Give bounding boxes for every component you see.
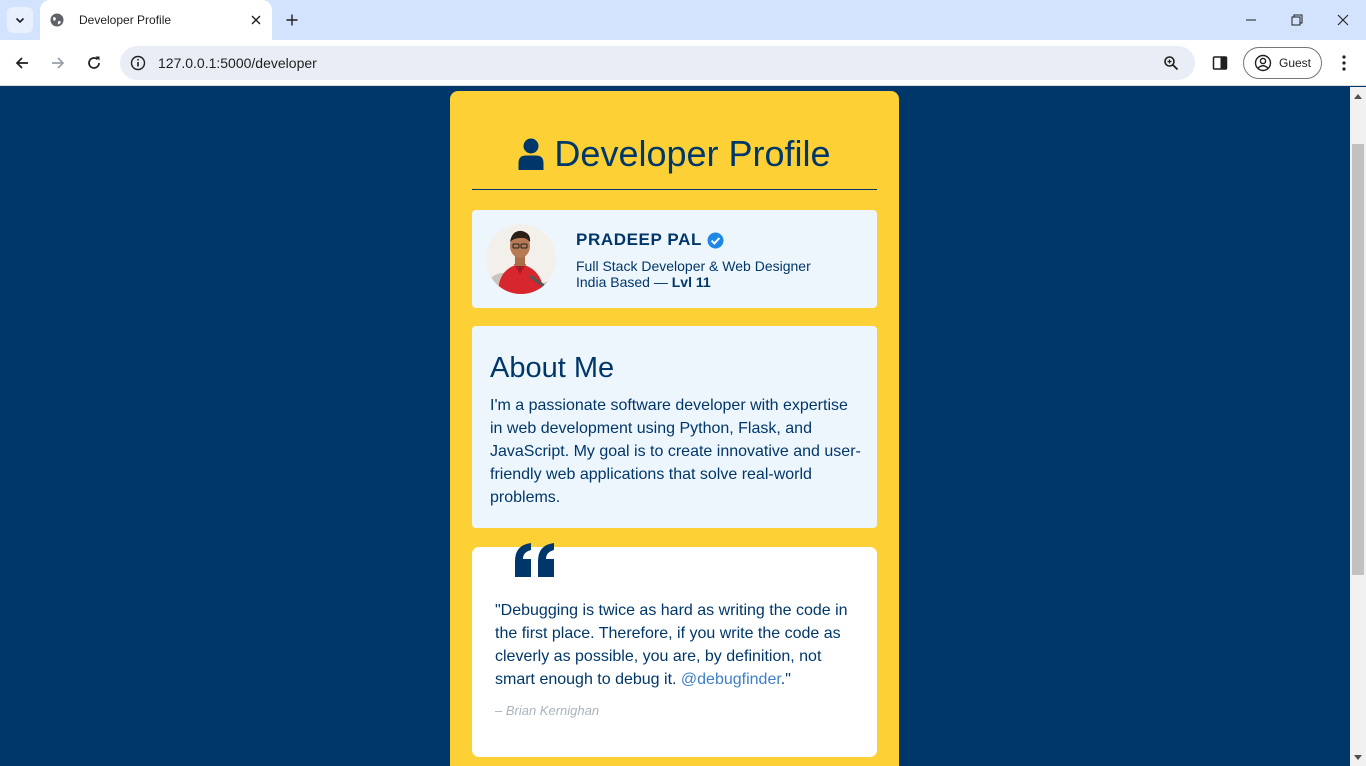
page-scrollbar[interactable] <box>1350 87 1366 766</box>
divider <box>472 189 877 190</box>
page-heading: Developer Profile <box>450 133 899 175</box>
quote-card: "Debugging is twice as hard as writing t… <box>472 543 877 757</box>
triangle-up-icon <box>1354 93 1362 99</box>
verified-check-icon <box>707 232 724 249</box>
globe-icon <box>49 12 65 28</box>
restore-icon <box>1291 14 1303 26</box>
scroll-up-button[interactable] <box>1350 87 1366 104</box>
forward-button[interactable] <box>43 48 73 78</box>
profile-name: PRADEEP PAL <box>576 230 702 249</box>
profile-label: Guest <box>1279 56 1312 70</box>
zoom-icon[interactable] <box>1161 53 1181 73</box>
user-icon <box>518 138 544 170</box>
close-icon <box>251 15 261 25</box>
side-panel-icon <box>1212 56 1228 70</box>
side-panel-button[interactable] <box>1208 51 1232 75</box>
about-section: About Me I'm a passionate software devel… <box>472 326 877 528</box>
reload-icon <box>88 56 100 69</box>
avatar <box>486 224 556 294</box>
profile-button[interactable]: Guest <box>1243 47 1322 79</box>
reload-button[interactable] <box>79 48 109 78</box>
scrollbar-thumb[interactable] <box>1352 144 1364 575</box>
quote-left-icon <box>513 541 557 577</box>
quote-author: – Brian Kernighan <box>495 703 600 718</box>
plus-icon <box>286 14 298 26</box>
profile-summary: PRADEEP PAL Full Stack Developer & Web D… <box>472 210 877 308</box>
arrow-left-icon <box>15 57 28 69</box>
tab-close-button[interactable] <box>246 10 266 30</box>
close-icon <box>1337 14 1349 26</box>
quote-handle-link[interactable]: @debugfinder <box>681 671 781 688</box>
tab-search-button[interactable] <box>7 7 33 33</box>
more-vertical-icon <box>1342 55 1346 71</box>
profile-card: Developer Profile PRADEEP PAL Full Stack… <box>450 91 899 766</box>
new-tab-button[interactable] <box>281 9 303 31</box>
minimize-icon <box>1246 19 1256 21</box>
minimize-button[interactable] <box>1228 0 1274 40</box>
profile-location-row: India Based — Lvl 11 <box>576 274 711 290</box>
info-icon[interactable] <box>128 53 148 73</box>
tab-title: Developer Profile <box>79 13 172 27</box>
arrow-right-icon <box>52 57 65 69</box>
page-title: Developer Profile <box>554 133 831 174</box>
profile-name-row: PRADEEP PAL <box>576 230 724 250</box>
close-window-button[interactable] <box>1320 0 1366 40</box>
quote-closing: ." <box>780 671 791 688</box>
tab-strip: Developer Profile <box>0 0 1366 40</box>
address-bar[interactable]: 127.0.0.1:5000/developer <box>120 46 1195 80</box>
restore-button[interactable] <box>1274 0 1320 40</box>
browser-tab-active[interactable]: Developer Profile <box>40 0 272 40</box>
triangle-down-icon <box>1354 754 1362 760</box>
url-text[interactable]: 127.0.0.1:5000/developer <box>158 55 317 71</box>
account-circle-icon <box>1254 54 1272 72</box>
profile-level: Lvl 11 <box>671 274 711 290</box>
profile-location: India Based — <box>576 274 668 290</box>
quote-body: "Debugging is twice as hard as writing t… <box>495 602 848 688</box>
scroll-down-button[interactable] <box>1350 749 1366 766</box>
browser-toolbar: 127.0.0.1:5000/developer Guest <box>0 40 1366 86</box>
browser-menu-button[interactable] <box>1333 51 1355 75</box>
about-text: I'm a passionate software developer with… <box>490 397 861 506</box>
profile-role: Full Stack Developer & Web Designer <box>576 258 811 274</box>
back-button[interactable] <box>7 48 37 78</box>
quote-text: "Debugging is twice as hard as writing t… <box>495 599 860 691</box>
page-viewport: Developer Profile PRADEEP PAL Full Stack… <box>0 87 1350 766</box>
chevron-down-icon <box>15 17 25 24</box>
about-title: About Me <box>490 352 615 384</box>
